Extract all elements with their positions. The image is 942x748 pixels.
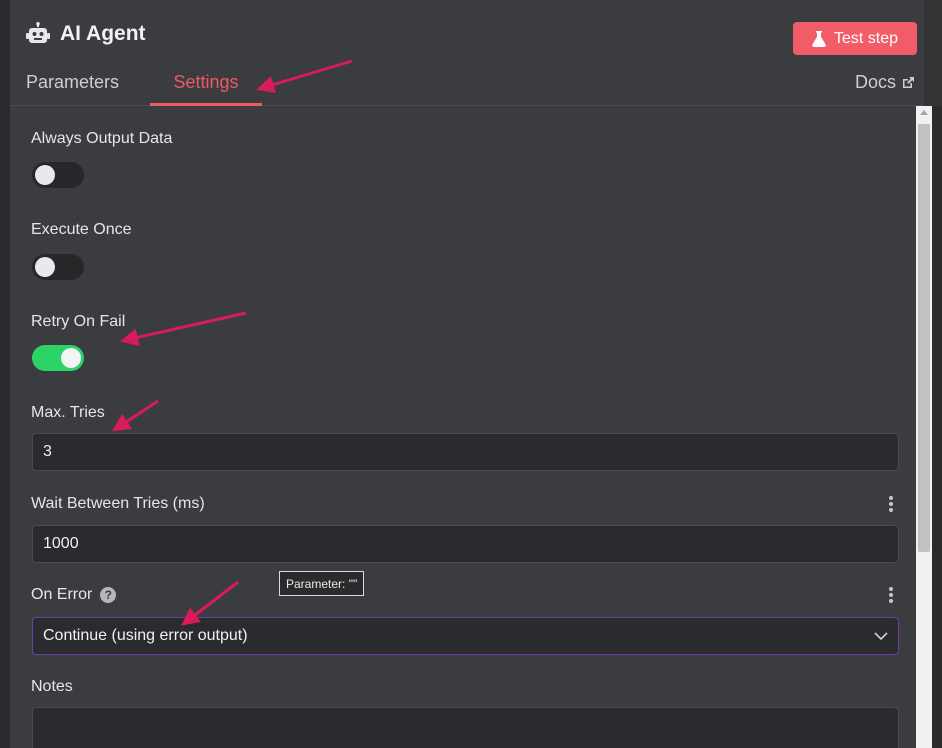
wait-between-options-icon[interactable] xyxy=(888,496,894,512)
retry-on-fail-toggle[interactable] xyxy=(32,345,84,371)
toggle-knob xyxy=(35,165,55,185)
toggle-knob xyxy=(35,257,55,277)
docs-link[interactable]: Docs xyxy=(855,72,915,93)
chevron-down-icon xyxy=(874,631,888,640)
node-title: AI Agent xyxy=(26,22,146,46)
execute-once-label-text: Execute Once xyxy=(31,221,132,238)
wait-between-value: 1000 xyxy=(43,535,79,552)
max-tries-input[interactable]: 3 xyxy=(32,433,899,471)
flask-icon xyxy=(812,30,826,47)
execute-once-label: Execute Once xyxy=(31,221,132,239)
docs-label: Docs xyxy=(855,72,897,92)
wait-between-input[interactable]: 1000 xyxy=(32,525,899,563)
always-output-toggle[interactable] xyxy=(32,162,84,188)
retry-on-fail-label-text: Retry On Fail xyxy=(31,313,126,330)
node-settings-panel: AI Agent Test step Parameters Settings D… xyxy=(10,0,924,748)
tab-settings[interactable]: Settings xyxy=(150,72,262,106)
on-error-label: On Error ? xyxy=(31,586,117,604)
parameter-tooltip: Parameter: "" xyxy=(279,571,365,596)
background-left xyxy=(0,0,10,748)
wait-between-label-text: Wait Between Tries (ms) xyxy=(31,495,205,512)
test-step-button[interactable]: Test step xyxy=(793,22,917,55)
notes-textarea[interactable] xyxy=(32,707,899,748)
always-output-label: Always Output Data xyxy=(31,130,172,148)
scrollbar-thumb[interactable] xyxy=(918,124,930,552)
tooltip-text: Parameter: "" xyxy=(286,576,358,591)
on-error-label-text: On Error xyxy=(31,586,93,603)
retry-on-fail-label: Retry On Fail xyxy=(31,313,125,331)
on-error-value: Continue (using error output) xyxy=(43,627,248,644)
notes-label-text: Notes xyxy=(31,678,73,695)
panel-header: AI Agent Test step Parameters Settings D… xyxy=(10,0,924,106)
tab-parameters[interactable]: Parameters xyxy=(26,72,119,106)
robot-icon xyxy=(26,22,50,43)
scroll-up-arrow-icon[interactable] xyxy=(920,110,928,115)
wait-between-label: Wait Between Tries (ms) xyxy=(31,495,205,513)
on-error-options-icon[interactable] xyxy=(888,587,894,603)
toggle-knob xyxy=(61,348,81,368)
always-output-label-text: Always Output Data xyxy=(31,130,173,147)
test-step-label: Test step xyxy=(833,29,899,47)
execute-once-toggle[interactable] xyxy=(32,254,84,280)
max-tries-value: 3 xyxy=(43,443,52,460)
background-right xyxy=(924,0,942,106)
max-tries-label: Max. Tries xyxy=(31,404,105,422)
node-title-text: AI Agent xyxy=(60,22,146,45)
notes-label: Notes xyxy=(31,678,73,696)
max-tries-label-text: Max. Tries xyxy=(31,404,105,421)
on-error-select[interactable]: Continue (using error output) xyxy=(32,617,899,655)
help-icon[interactable]: ? xyxy=(100,587,117,603)
external-link-icon xyxy=(903,77,915,88)
